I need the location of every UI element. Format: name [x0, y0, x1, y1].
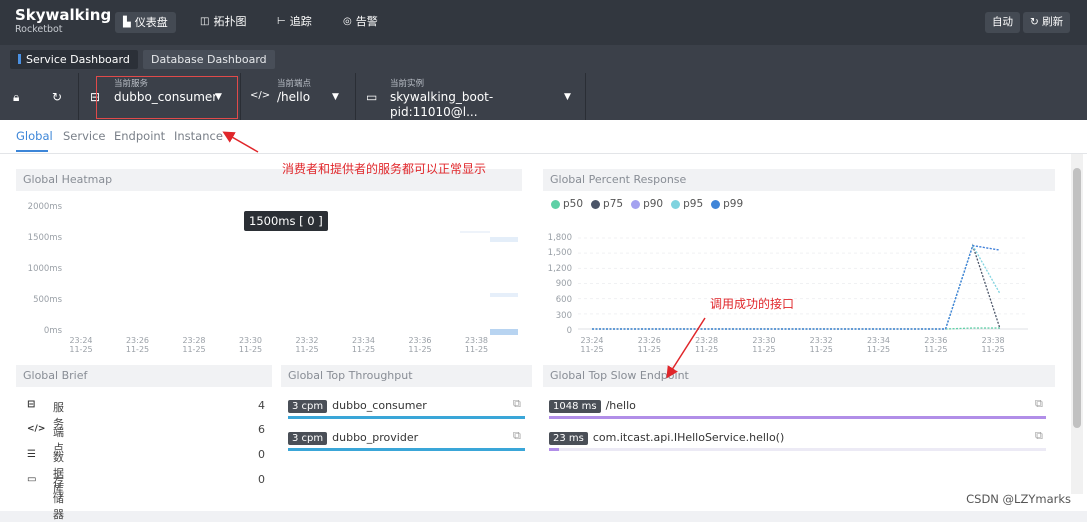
- annotation-arrow: [222, 131, 259, 153]
- watermark: CSDN @LZYmarks: [966, 492, 1071, 506]
- scrollbar-thumb[interactable]: [1073, 168, 1081, 428]
- scrollbar[interactable]: [1071, 154, 1083, 494]
- annotation-arrow: [666, 317, 706, 379]
- annotation-arrows: [222, 131, 706, 379]
